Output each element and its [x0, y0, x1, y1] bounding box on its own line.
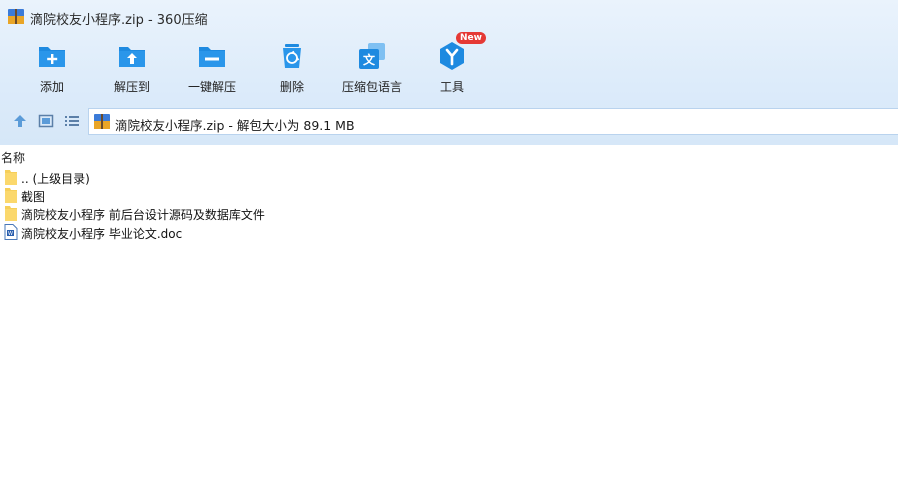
add-label: 添加: [39, 80, 64, 94]
delete-button[interactable]: 删除: [252, 34, 332, 100]
delete-icon: [283, 44, 301, 68]
one-click-extract-button[interactable]: 一键解压: [172, 34, 252, 100]
folder-icon: [5, 188, 17, 203]
archive-file-icon: [94, 114, 110, 129]
svg-text:W: W: [8, 231, 13, 237]
file-name: 滴院校友小程序 毕业论文.doc: [21, 227, 183, 241]
archive-app-icon: [8, 9, 24, 24]
window-title: 滴院校友小程序.zip - 360压缩: [30, 13, 208, 28]
add-button[interactable]: 添加: [12, 34, 92, 100]
extract-to-label: 解压到: [113, 80, 150, 94]
archive-language-label: 压缩包语言: [341, 80, 402, 94]
file-name: .. (上级目录): [21, 172, 90, 186]
list-item[interactable]: .. (上级目录): [0, 168, 400, 186]
list-item[interactable]: 滴院校友小程序 前后台设计源码及数据库文件: [0, 204, 400, 222]
one-click-extract-icon: [199, 47, 225, 67]
one-click-extract-label: 一键解压: [187, 80, 236, 94]
list-item[interactable]: W 滴院校友小程序 毕业论文.doc: [0, 223, 400, 241]
title-bar: 滴院校友小程序.zip - 360压缩: [0, 0, 898, 34]
toolbar: 添加 解压到 一键解压 删除 文 压缩包语言 工具 New: [0, 32, 898, 100]
tools-label: 工具: [439, 80, 464, 94]
extract-to-button[interactable]: 解压到: [92, 34, 172, 100]
up-icon[interactable]: [12, 113, 28, 129]
folder-icon: [5, 206, 17, 221]
archive-language-icon: 文: [359, 43, 385, 69]
extract-to-icon: [119, 47, 145, 67]
thumbnail-view-icon[interactable]: [38, 113, 54, 129]
list-view-icon[interactable]: [64, 113, 80, 129]
column-name-label: 名称: [1, 151, 26, 165]
file-name: 滴院校友小程序 前后台设计源码及数据库文件: [21, 208, 265, 222]
address-text: 滴院校友小程序.zip - 解包大小为 89.1 MB: [115, 118, 355, 133]
folder-icon: [5, 170, 17, 185]
list-item[interactable]: 截图: [0, 186, 400, 204]
tools-icon: [440, 42, 464, 70]
new-badge: New: [456, 32, 486, 44]
nav-bar: 滴院校友小程序.zip - 解包大小为 89.1 MB: [0, 104, 898, 138]
column-header-name[interactable]: 名称: [0, 147, 898, 165]
add-folder-icon: [39, 47, 65, 67]
word-doc-icon: W: [4, 224, 18, 240]
archive-language-button[interactable]: 文 压缩包语言: [332, 34, 412, 100]
address-bar[interactable]: 滴院校友小程序.zip - 解包大小为 89.1 MB: [88, 108, 898, 135]
svg-text:文: 文: [363, 52, 376, 67]
file-name: 截图: [21, 190, 46, 204]
delete-label: 删除: [279, 80, 304, 94]
